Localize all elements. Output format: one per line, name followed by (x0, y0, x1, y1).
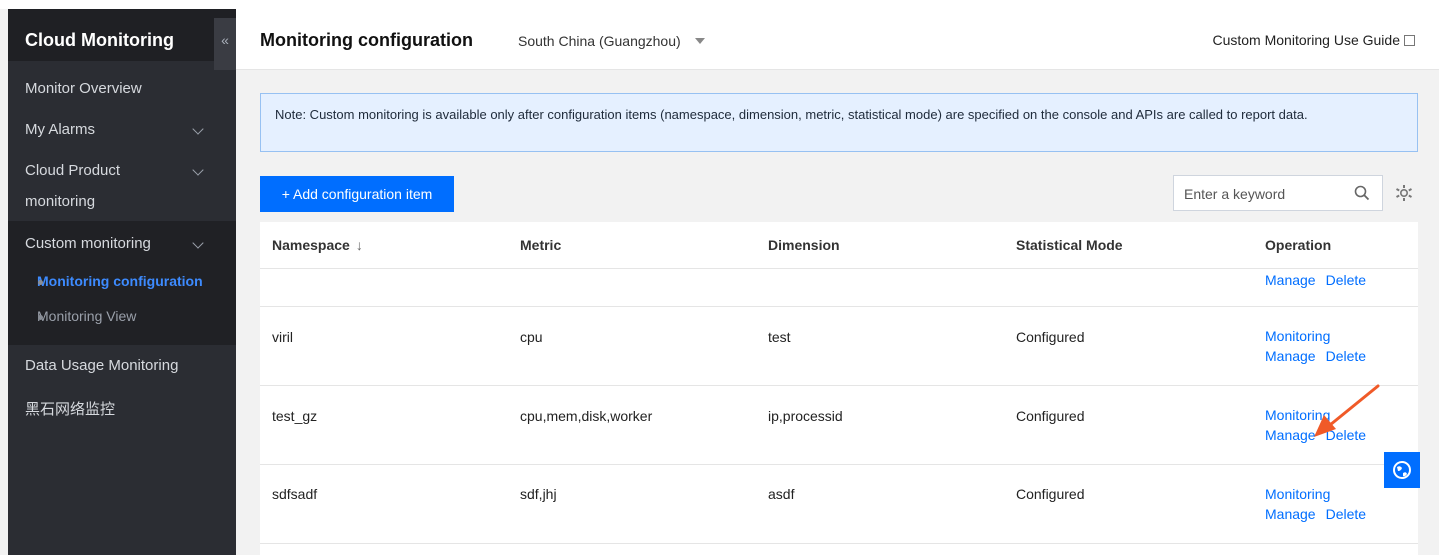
notice-banner: Note: Custom monitoring is available onl… (260, 93, 1418, 152)
page-title: Monitoring configuration (260, 30, 473, 50)
column-header-statistical-mode: Statistical Mode (1016, 237, 1123, 253)
chevron-down-icon (192, 123, 204, 135)
cell-statistical-mode: Configured (1016, 408, 1085, 424)
cell-metric: cpu,mem,disk,worker (520, 408, 653, 424)
cell-namespace: sdfsadf (272, 486, 318, 502)
table-row: sdfsadf sdf,jhj asdf Configured Monitori… (260, 465, 1418, 544)
sidebar-subitem-label: Monitoring configuration (37, 273, 203, 289)
bullet-icon (38, 280, 43, 285)
cell-metric: cpu (520, 329, 543, 345)
sidebar: Cloud Monitoring « Monitor Overview My A… (8, 9, 236, 555)
sidebar-item-label: 黑石网络监控 (25, 401, 116, 418)
sidebar-item-label: Data Usage Monitoring (25, 357, 179, 374)
delete-link[interactable]: Delete (1326, 427, 1366, 443)
sidebar-item-label: Monitor Overview (25, 80, 142, 97)
delete-link[interactable]: Delete (1326, 348, 1366, 364)
cell-dimension: ip,processid (768, 408, 843, 424)
column-header-dimension: Dimension (768, 237, 840, 253)
monitoring-link[interactable]: Monitoring (1265, 407, 1330, 423)
sidebar-item-label: My Alarms (25, 121, 96, 138)
cell-operation: Monitoring Manage Delete (1265, 326, 1366, 366)
chevron-down-icon (192, 237, 204, 249)
use-guide-link[interactable]: Custom Monitoring Use Guide (1212, 32, 1415, 48)
search-placeholder: Enter a keyword (1184, 186, 1286, 202)
monitoring-link[interactable]: Monitoring (1265, 486, 1330, 502)
help-float-button[interactable] (1384, 452, 1420, 488)
add-configuration-item-button[interactable]: + Add configuration item (260, 176, 454, 212)
sidebar-item-blackstone-network[interactable]: 黑石网络监控 (8, 398, 236, 419)
cell-dimension: asdf (768, 486, 795, 502)
bullet-icon (38, 315, 43, 320)
table-row: test_gz cpu,mem,disk,worker ip,processid… (260, 386, 1418, 465)
manage-link[interactable]: Manage (1265, 272, 1316, 288)
sidebar-item-cloud-product-monitoring[interactable]: Cloud Product monitoring (8, 162, 236, 217)
column-header-metric: Metric (520, 237, 562, 253)
cell-operation: Monitoring Manage Delete (1265, 405, 1366, 445)
region-select[interactable]: South China (Guangzhou) (518, 33, 681, 49)
table-header: Namespace ↓ Metric Dimension Statistical … (260, 222, 1418, 269)
top-strip (0, 0, 1439, 9)
sidebar-item-data-usage-monitoring[interactable]: Data Usage Monitoring (8, 357, 236, 374)
cell-operation: Monitoring Manage Delete (1265, 484, 1366, 524)
collapse-sidebar-button[interactable]: « (214, 18, 236, 70)
sidebar-title: Cloud Monitoring (25, 30, 174, 50)
sidebar-item-label: Cloud Product (25, 162, 121, 179)
use-guide-label: Custom Monitoring Use Guide (1212, 32, 1400, 48)
config-table: Namespace ↓ Metric Dimension Statistical … (260, 222, 1418, 555)
external-link-icon (1404, 35, 1415, 46)
delete-link[interactable]: Delete (1326, 506, 1366, 522)
column-header-operation: Operation (1265, 237, 1332, 253)
search-input[interactable]: Enter a keyword (1173, 175, 1383, 211)
sidebar-subitem-monitoring-configuration[interactable]: Monitoring configuration (8, 273, 236, 289)
sidebar-item-custom-monitoring[interactable]: Custom monitoring (8, 235, 236, 252)
sidebar-item-monitor-overview[interactable]: Monitor Overview (8, 80, 236, 97)
cell-dimension: test (768, 329, 791, 345)
manage-link[interactable]: Manage (1265, 506, 1316, 522)
sidebar-item-label: Custom monitoring (25, 235, 151, 252)
gear-icon[interactable] (1395, 184, 1413, 202)
sidebar-item-my-alarms[interactable]: My Alarms (8, 121, 236, 138)
monitoring-link[interactable]: Monitoring (1265, 328, 1330, 344)
sidebar-subitem-monitoring-view[interactable]: Monitoring View (8, 308, 236, 324)
caret-down-icon[interactable] (695, 38, 705, 44)
cell-statistical-mode: Configured (1016, 329, 1085, 345)
search-icon[interactable] (1354, 185, 1370, 201)
sort-arrow-icon[interactable]: ↓ (356, 237, 363, 253)
delete-link[interactable]: Delete (1326, 272, 1366, 288)
manage-link[interactable]: Manage (1265, 427, 1316, 443)
notice-text: Note: Custom monitoring is available onl… (275, 107, 1308, 122)
cell-operation: Manage Delete (1265, 270, 1366, 290)
cell-namespace: viril (272, 329, 293, 345)
sidebar-item-label: monitoring (25, 193, 96, 210)
page-header: Monitoring configuration South China (Gu… (236, 9, 1439, 70)
cell-metric: sdf,jhj (520, 486, 557, 502)
cell-statistical-mode: Configured (1016, 486, 1085, 502)
cell-namespace: test_gz (272, 408, 318, 424)
manage-link[interactable]: Manage (1265, 348, 1316, 364)
column-label: Namespace (272, 237, 350, 253)
sidebar-header: Cloud Monitoring (8, 9, 236, 61)
custom-monitoring-group: Custom monitoring Monitoring configurati… (8, 221, 236, 345)
sidebar-subitem-label: Monitoring View (37, 308, 137, 324)
globe-icon (1393, 461, 1411, 479)
table-row: Manage Delete (260, 269, 1418, 307)
table-row: viril cpu test Configured Monitoring Man… (260, 307, 1418, 386)
column-header-namespace[interactable]: Namespace ↓ (272, 237, 363, 253)
